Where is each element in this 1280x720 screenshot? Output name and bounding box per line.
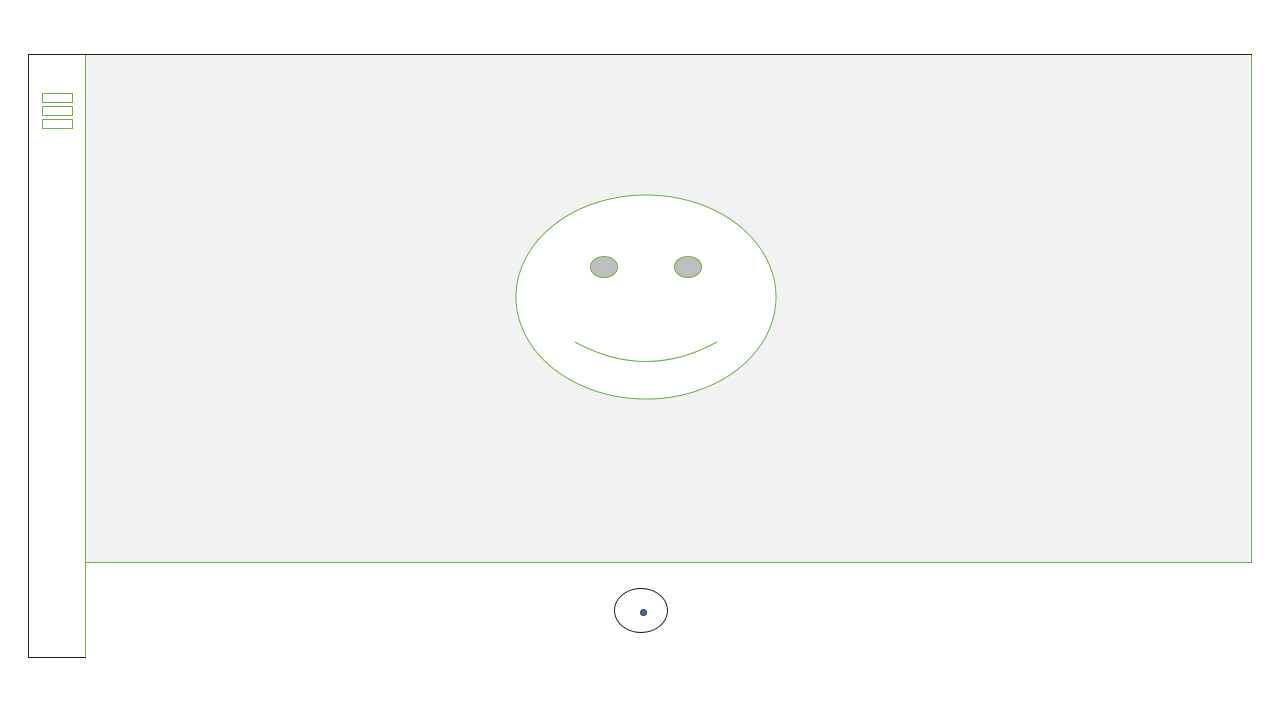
- device-frame: [28, 54, 1252, 658]
- home-button[interactable]: [614, 588, 668, 633]
- face-outline: [515, 194, 777, 400]
- menu-bar-top: [42, 93, 73, 103]
- home-button-icon: [640, 609, 647, 616]
- menu-bar-middle: [42, 106, 73, 116]
- hamburger-menu-icon[interactable]: [42, 92, 73, 129]
- bottom-bar: [86, 563, 1252, 658]
- left-eye: [590, 256, 618, 278]
- right-eye: [674, 256, 702, 278]
- menu-bar-bottom: [42, 119, 73, 129]
- smiley-face-image: [515, 194, 777, 400]
- screen-stage: [86, 55, 1252, 563]
- side-rail: [29, 55, 86, 657]
